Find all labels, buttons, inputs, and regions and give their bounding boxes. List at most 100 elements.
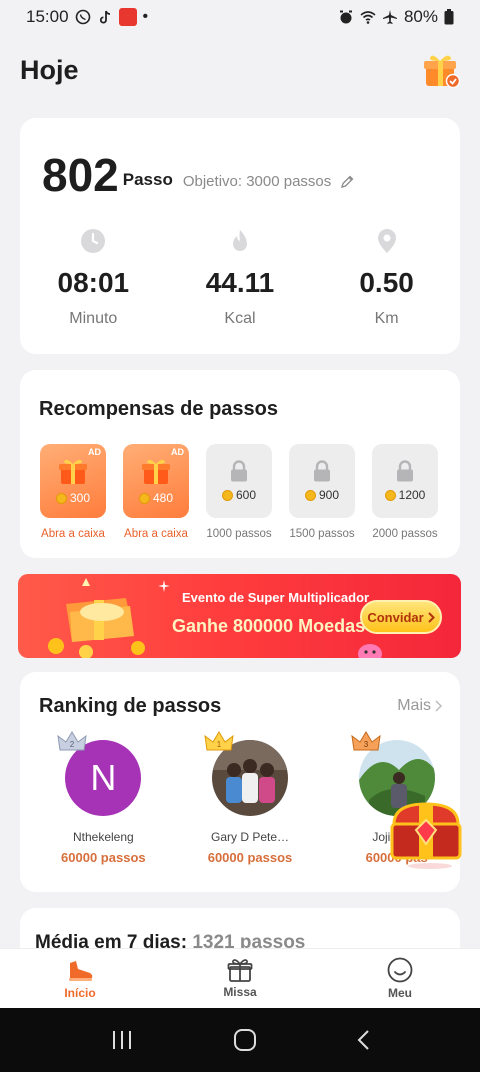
- metric-label: Minuto: [69, 310, 118, 327]
- recent-apps-icon[interactable]: [110, 1029, 134, 1051]
- ranking-user-name: Gary D Pete…: [210, 830, 290, 844]
- reward-coin-value: 1200: [398, 488, 426, 502]
- reward-coins: 600: [221, 488, 257, 502]
- coin-icon: [384, 489, 396, 501]
- mascot-icon: [358, 644, 382, 658]
- coin-icon: [138, 492, 150, 504]
- svg-text:1: 1: [217, 740, 222, 749]
- tiktok-icon: [99, 10, 110, 24]
- battery-percent: 80%: [403, 7, 438, 26]
- step-summary-card: 802 Passo Objetivo: 3000 passos 08:01 Mi…: [20, 118, 460, 354]
- chevron-right-icon: [435, 700, 442, 712]
- reward-box-locked: 900: [289, 444, 355, 518]
- rewards-title: Recompensas de passos: [39, 398, 278, 420]
- ranking-user[interactable]: N 2 Nthekeleng 60000 passos: [40, 731, 167, 865]
- metric-value: 0.50: [359, 267, 414, 298]
- bronze-crown-icon: 3: [351, 731, 381, 751]
- ranking-more-link[interactable]: Mais: [397, 697, 442, 715]
- ad-badge: AD: [88, 447, 101, 457]
- floating-treasure-chest-button[interactable]: [386, 798, 466, 870]
- smiley-profile-icon: [387, 957, 413, 983]
- edit-goal-icon[interactable]: [339, 174, 355, 190]
- location-pin-icon: [377, 229, 396, 253]
- treasure-chest-icon: [390, 802, 462, 869]
- metrics-row: 08:01 Minuto 44.11 Kcal 0.50 Km: [20, 228, 460, 328]
- reward-item: 900 1500 passos: [289, 444, 355, 540]
- more-label: Mais: [397, 697, 431, 714]
- lock-icon: [397, 460, 413, 482]
- metric-value: 44.11: [205, 267, 275, 298]
- coin-icon: [304, 489, 316, 501]
- ranking-user-steps: 60000 passos: [207, 850, 293, 865]
- status-left: 15:00 •: [26, 7, 148, 27]
- step-count: 802: [42, 149, 119, 201]
- banner-subheadline: Ganhe 800000 Moedas: [172, 616, 366, 636]
- chevron-right-icon: [427, 611, 435, 623]
- reward-coin-value: 600: [235, 488, 257, 502]
- reward-item: 600 1000 passos: [206, 444, 272, 540]
- ranking-user-steps: 60000 passos: [61, 850, 146, 865]
- status-right: 80%: [338, 7, 454, 27]
- nav-tab-meu[interactable]: Meu: [320, 949, 480, 1008]
- silver-crown-icon: 2: [57, 731, 87, 751]
- step-unit: Passo: [122, 170, 173, 189]
- invite-button[interactable]: Convidar: [360, 600, 442, 634]
- reward-label: 2000 passos: [372, 528, 438, 540]
- multiplier-event-banner[interactable]: Evento de Super Multiplicador Ganhe 8000…: [18, 574, 461, 658]
- reward-label: Abra a caixa: [124, 528, 188, 540]
- avatar-wrap: N 2: [57, 731, 142, 816]
- back-icon[interactable]: [356, 1029, 370, 1051]
- reward-box-locked: 600: [206, 444, 272, 518]
- ranking-user[interactable]: 1 Gary D Pete… 60000 passos: [187, 731, 314, 865]
- nav-tab-missa[interactable]: Missa: [160, 949, 320, 1008]
- page-title: Hoje: [20, 54, 79, 85]
- home-icon[interactable]: [233, 1028, 257, 1052]
- step-rewards-card: Recompensas de passos AD 300 Abra a caix…: [20, 370, 460, 558]
- system-navigation-bar: [0, 1008, 480, 1072]
- airplane-icon: [382, 10, 397, 24]
- reward-coins: 300: [55, 491, 90, 505]
- metric-distance: 0.50 Km: [313, 228, 460, 328]
- reward-box-open[interactable]: AD 480: [123, 444, 189, 518]
- reward-box-open[interactable]: AD 300: [40, 444, 106, 518]
- nav-label: Missa: [223, 985, 257, 999]
- battery-icon: [444, 9, 454, 25]
- daily-gift-button[interactable]: [422, 52, 461, 89]
- lock-icon: [231, 460, 247, 482]
- nav-label: Meu: [388, 986, 412, 1000]
- step-goal[interactable]: Objetivo: 3000 passos: [183, 173, 331, 190]
- metric-calories: 44.11 Kcal: [167, 228, 314, 328]
- status-bar: 15:00 • 80%: [0, 0, 480, 34]
- reward-label: 1500 passos: [289, 528, 355, 540]
- reward-label: Abra a caixa: [41, 528, 105, 540]
- reward-coin-value: 900: [318, 488, 340, 502]
- reward-item[interactable]: AD 300 Abra a caixa: [40, 444, 106, 540]
- clock-icon: [81, 229, 106, 253]
- app-notification-icon: [118, 8, 137, 26]
- gift-box-icon: [424, 55, 461, 89]
- invite-button-label: Convidar: [367, 609, 424, 625]
- ad-badge: AD: [171, 447, 184, 457]
- gift-box-icon: [59, 459, 87, 484]
- more-notifications-icon: •: [142, 8, 149, 25]
- reward-box-locked: 1200: [372, 444, 438, 518]
- rewards-list: AD 300 Abra a caixa AD 480 Abra a caixa …: [40, 444, 438, 540]
- reward-coins: 1200: [384, 488, 426, 502]
- ranking-user-name: Nthekeleng: [72, 830, 134, 844]
- gold-crown-icon: 1: [204, 731, 234, 751]
- nav-label: Início: [64, 986, 96, 1000]
- status-time: 15:00: [26, 7, 69, 26]
- svg-text:3: 3: [363, 740, 368, 749]
- wifi-icon: [360, 11, 376, 24]
- svg-text:2: 2: [70, 740, 75, 749]
- sparkle-icon: [158, 580, 170, 592]
- reward-coins: 480: [138, 491, 173, 505]
- gift-icon: [227, 959, 253, 982]
- nav-tab-inicio[interactable]: Início: [0, 949, 160, 1008]
- reward-item[interactable]: AD 480 Abra a caixa: [123, 444, 189, 540]
- step-row: 802 Passo Objetivo: 3000 passos: [42, 146, 355, 198]
- coin-icon: [55, 492, 67, 504]
- gift-box-icon: [142, 459, 170, 484]
- bottom-navigation: Início Missa Meu: [0, 948, 480, 1008]
- flame-icon: [232, 230, 247, 251]
